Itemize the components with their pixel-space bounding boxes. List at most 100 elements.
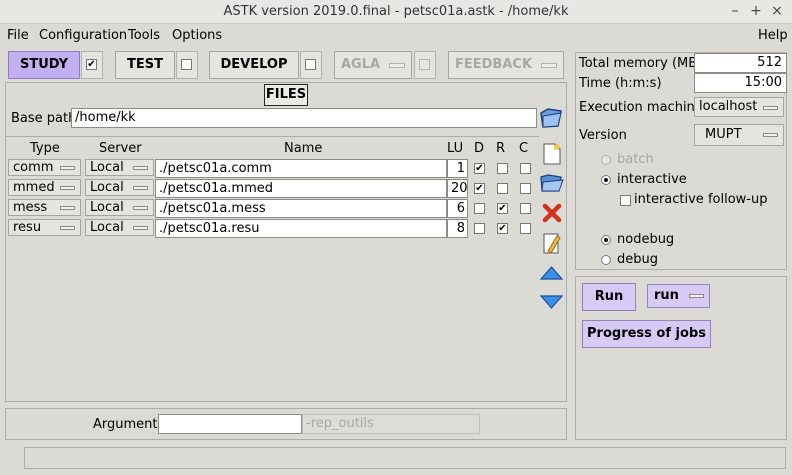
run-mode-select[interactable]: run bbox=[647, 284, 710, 308]
base-path-label: Base path bbox=[11, 111, 77, 126]
dropdown-icon bbox=[763, 106, 778, 110]
feedback-dropdown-icon bbox=[541, 63, 557, 68]
develop-mode-button[interactable]: DEVELOP bbox=[209, 51, 299, 79]
test-checkbox-frame bbox=[176, 51, 198, 79]
r-checkbox[interactable]: ✔ bbox=[497, 223, 508, 234]
down-arrow-icon[interactable] bbox=[539, 293, 564, 311]
followup-label: interactive follow-up bbox=[634, 192, 768, 207]
maximize-icon[interactable]: + bbox=[748, 3, 764, 19]
open-folder-icon[interactable] bbox=[539, 172, 564, 194]
menu-configuration[interactable]: Configuration bbox=[39, 28, 127, 43]
debug-radio[interactable] bbox=[601, 255, 611, 265]
d-checkbox[interactable] bbox=[474, 223, 485, 234]
title-bar: ASTK version 2019.0.final - petsc01a.ast… bbox=[0, 0, 792, 24]
r-checkbox[interactable] bbox=[497, 163, 508, 174]
interactive-radio[interactable] bbox=[601, 175, 611, 185]
r-checkbox[interactable] bbox=[497, 183, 508, 194]
lu-input[interactable]: 6 bbox=[447, 199, 468, 218]
dropdown-icon bbox=[133, 206, 148, 210]
lu-input[interactable]: 1 bbox=[447, 159, 468, 178]
edit-icon[interactable] bbox=[541, 231, 563, 255]
name-input[interactable]: ./petsc01a.comm bbox=[155, 159, 447, 178]
dropdown-icon bbox=[133, 186, 148, 190]
machine-label: Execution machine bbox=[579, 100, 703, 115]
new-file-icon[interactable] bbox=[541, 142, 563, 166]
machine-select[interactable]: localhost bbox=[694, 97, 784, 117]
test-mode-button[interactable]: TEST bbox=[115, 51, 175, 79]
server-select[interactable]: Local bbox=[85, 199, 154, 216]
type-value: resu bbox=[13, 220, 42, 235]
type-value: comm bbox=[13, 160, 54, 175]
col-c: C bbox=[519, 141, 529, 156]
time-label: Time (h:m:s) bbox=[579, 76, 662, 91]
feedback-label: FEEDBACK bbox=[455, 57, 533, 72]
arguments-extra: -rep_outils bbox=[302, 414, 480, 434]
study-checkbox-frame: ✔ bbox=[81, 51, 103, 79]
dropdown-icon bbox=[133, 166, 148, 170]
type-value: mmed bbox=[13, 180, 55, 195]
time-input[interactable]: 15:00 bbox=[694, 73, 787, 93]
lu-input[interactable]: 20 bbox=[447, 179, 468, 198]
menu-tools[interactable]: Tools bbox=[128, 28, 160, 43]
c-checkbox[interactable] bbox=[520, 183, 531, 194]
col-server: Server bbox=[99, 141, 142, 156]
batch-label: batch bbox=[617, 152, 654, 167]
minimize-icon[interactable]: – bbox=[727, 3, 743, 19]
name-input[interactable]: ./petsc01a.mmed bbox=[155, 179, 447, 198]
name-input[interactable]: ./petsc01a.mess bbox=[155, 199, 447, 218]
agla-mode-button: AGLA bbox=[334, 51, 412, 79]
type-select[interactable]: mmed bbox=[8, 179, 81, 196]
server-value: Local bbox=[90, 200, 124, 215]
study-checkbox[interactable]: ✔ bbox=[86, 59, 97, 70]
folder-icon[interactable] bbox=[539, 107, 564, 129]
followup-checkbox[interactable] bbox=[620, 195, 631, 206]
menu-file[interactable]: File bbox=[7, 28, 29, 43]
header-divider bbox=[5, 136, 539, 137]
machine-value: localhost bbox=[699, 99, 758, 114]
memory-label: Total memory (MB) bbox=[579, 56, 703, 71]
dropdown-icon bbox=[133, 226, 148, 230]
develop-checkbox-frame bbox=[300, 51, 322, 79]
server-value: Local bbox=[90, 180, 124, 195]
arguments-input[interactable] bbox=[158, 414, 302, 434]
d-checkbox[interactable]: ✔ bbox=[474, 183, 485, 194]
run-button[interactable]: Run bbox=[582, 283, 636, 311]
c-checkbox[interactable] bbox=[520, 163, 531, 174]
menu-options[interactable]: Options bbox=[172, 28, 222, 43]
nodebug-radio[interactable] bbox=[601, 235, 611, 245]
server-value: Local bbox=[90, 220, 124, 235]
c-checkbox[interactable] bbox=[520, 223, 531, 234]
col-type: Type bbox=[30, 141, 60, 156]
status-bar bbox=[24, 447, 786, 469]
d-checkbox[interactable] bbox=[474, 203, 485, 214]
server-select[interactable]: Local bbox=[85, 159, 154, 176]
dropdown-icon bbox=[763, 133, 778, 137]
name-input[interactable]: ./petsc01a.resu bbox=[155, 219, 447, 238]
files-title: FILES bbox=[264, 84, 308, 106]
r-checkbox[interactable]: ✔ bbox=[497, 203, 508, 214]
dropdown-icon bbox=[60, 186, 75, 190]
server-select[interactable]: Local bbox=[85, 179, 154, 196]
col-lu: LU bbox=[447, 141, 464, 156]
lu-input[interactable]: 8 bbox=[447, 219, 468, 238]
progress-of-jobs-button[interactable]: Progress of jobs bbox=[582, 320, 711, 348]
batch-radio bbox=[601, 155, 611, 165]
version-select[interactable]: MUPT bbox=[694, 124, 784, 146]
develop-checkbox[interactable] bbox=[305, 59, 316, 70]
server-select[interactable]: Local bbox=[85, 219, 154, 236]
d-checkbox[interactable]: ✔ bbox=[474, 163, 485, 174]
base-path-input[interactable]: /home/kk bbox=[71, 108, 537, 128]
menu-help[interactable]: Help bbox=[758, 28, 788, 43]
close-icon[interactable]: × bbox=[769, 3, 785, 19]
study-mode-button[interactable]: STUDY bbox=[8, 51, 80, 79]
type-select[interactable]: mess bbox=[8, 199, 81, 216]
c-checkbox[interactable] bbox=[520, 203, 531, 214]
agla-label: AGLA bbox=[341, 57, 381, 72]
test-checkbox[interactable] bbox=[181, 59, 192, 70]
type-select[interactable]: comm bbox=[8, 159, 81, 176]
up-arrow-icon[interactable] bbox=[539, 264, 564, 282]
nodebug-label: nodebug bbox=[617, 232, 675, 247]
delete-icon[interactable] bbox=[541, 202, 563, 224]
type-select[interactable]: resu bbox=[8, 219, 81, 236]
memory-input[interactable]: 512 bbox=[694, 53, 787, 73]
